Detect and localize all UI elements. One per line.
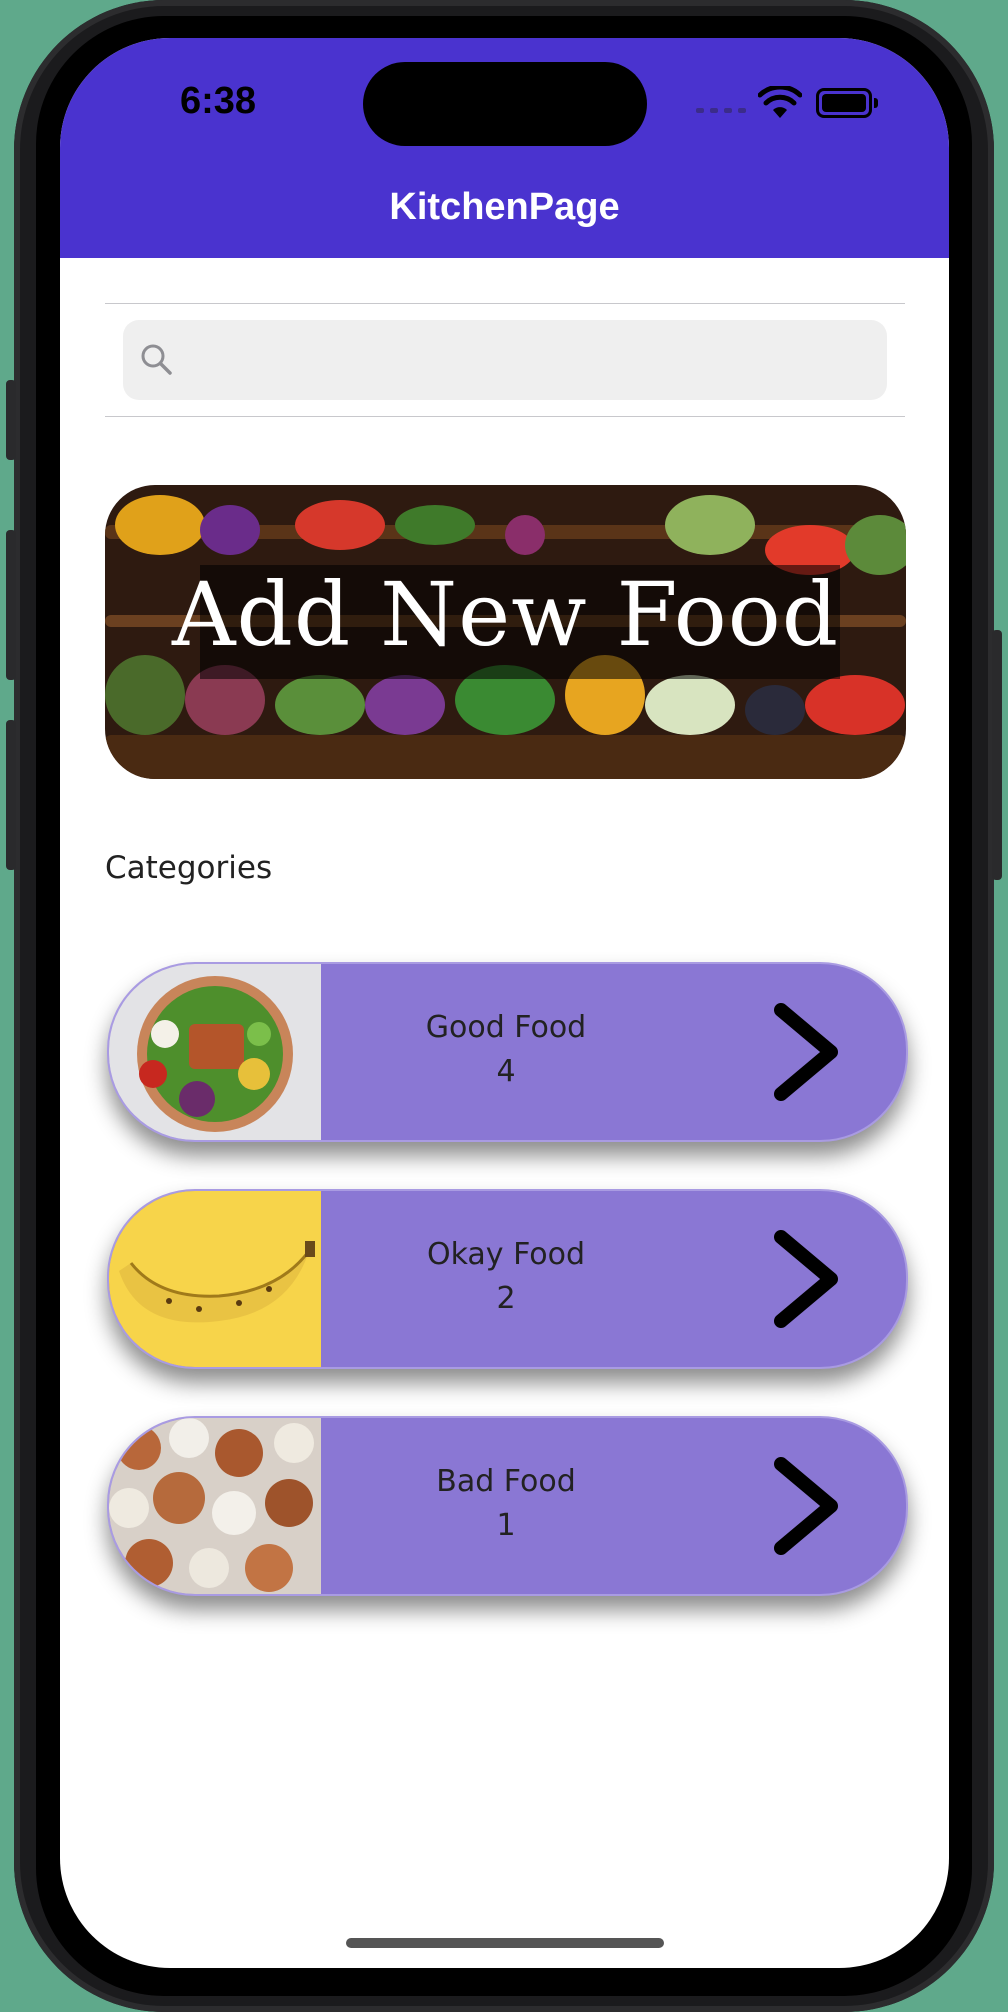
home-indicator[interactable]: [346, 1938, 664, 1948]
banner-label: Add New Food: [171, 563, 840, 666]
nav-header: 6:38 KitchenPage: [60, 38, 949, 258]
screen: 6:38 KitchenPage Add New Food Categories…: [60, 38, 949, 1968]
category-count: 4: [496, 1054, 516, 1089]
chevron-right-icon[interactable]: [769, 1456, 843, 1556]
chevron-right-icon[interactable]: [769, 1229, 843, 1329]
search-bar[interactable]: [123, 320, 887, 402]
search-icon: [141, 344, 172, 375]
page-title: KitchenPage: [389, 186, 620, 228]
wifi-icon: [758, 86, 802, 118]
search-container: [105, 303, 905, 417]
salad-bowl-thumbnail: [109, 964, 321, 1140]
categories-heading: Categories: [105, 850, 273, 886]
chevron-right-icon[interactable]: [769, 1002, 843, 1102]
status-time: 6:38: [180, 80, 257, 122]
category-name: Bad Food: [436, 1464, 576, 1499]
volume-up-button: [6, 530, 16, 680]
volume-down-button: [6, 720, 16, 870]
power-button: [992, 630, 1002, 880]
banana-thumbnail: [109, 1191, 321, 1367]
category-text: Good Food 4: [321, 1006, 691, 1094]
category-card-good-food[interactable]: Good Food 4: [107, 962, 908, 1142]
category-name: Good Food: [425, 1010, 587, 1045]
category-text: Bad Food 1: [321, 1460, 691, 1548]
category-card-okay-food[interactable]: Okay Food 2: [107, 1189, 908, 1369]
eggshells-thumbnail: [109, 1418, 321, 1594]
search-input[interactable]: [185, 320, 879, 402]
silent-switch: [6, 380, 16, 460]
category-count: 1: [496, 1508, 516, 1543]
category-card-bad-food[interactable]: Bad Food 1: [107, 1416, 908, 1596]
category-name: Okay Food: [426, 1237, 586, 1272]
category-text: Okay Food 2: [321, 1233, 691, 1321]
battery-icon: [816, 88, 878, 118]
category-count: 2: [496, 1281, 516, 1316]
cellular-icon: [696, 108, 746, 113]
add-new-food-banner[interactable]: Add New Food: [105, 485, 906, 779]
dynamic-island: [363, 62, 647, 146]
